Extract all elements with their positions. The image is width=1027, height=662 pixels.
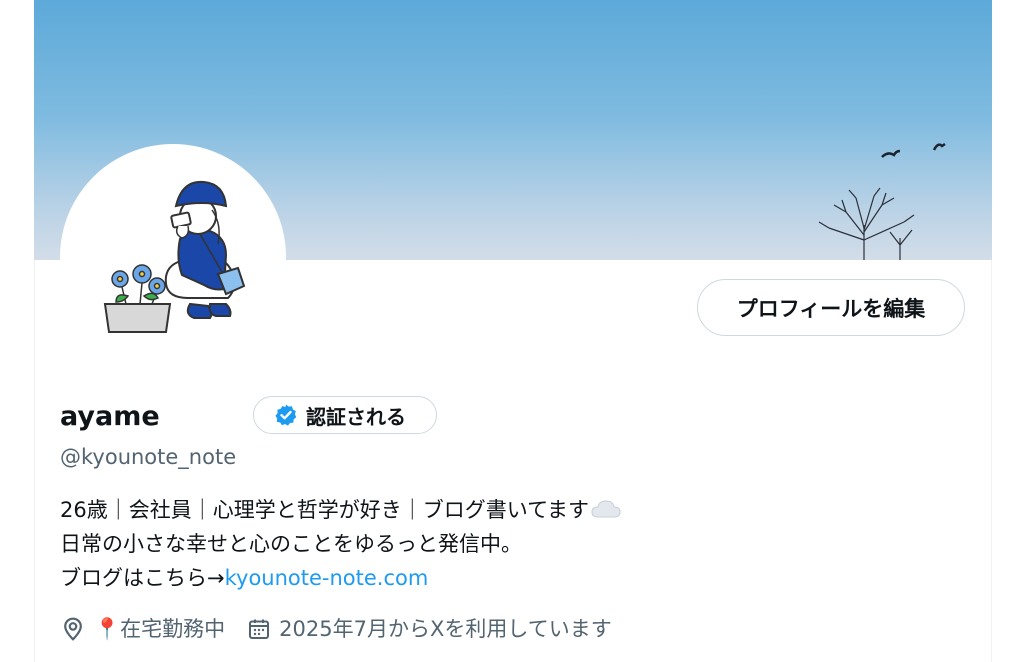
edit-profile-button[interactable]: プロフィールを編集 — [697, 279, 965, 336]
tree-silhouette — [818, 187, 915, 260]
bird-shape — [932, 142, 946, 151]
bird-shape — [881, 149, 901, 158]
location-text: 在宅勤務中 — [120, 617, 226, 641]
bio-line-1-text: 26歳｜会社員｜心理学と哲学が好き｜ブログ書いてます — [60, 498, 590, 522]
bio-line-2: 日常の小さな幸せと心のことをゆるっと発信中。 — [60, 532, 522, 556]
bio-line-1: 26歳｜会社員｜心理学と哲学が好き｜ブログ書いてます — [60, 493, 621, 527]
location-pin-icon — [64, 617, 82, 641]
user-handle: @kyounote_note — [60, 445, 237, 469]
avatar-illustration — [103, 180, 246, 333]
cloud-icon — [591, 500, 621, 518]
bio-line-3-prefix: ブログはこちら→ — [60, 566, 225, 590]
profile-meta-row: 📍 在宅勤務中 2025年7月からXを利用しています — [60, 613, 612, 645]
calendar-icon — [249, 619, 270, 639]
blog-link[interactable]: kyounote-note.com — [225, 566, 429, 590]
bio-line-3: ブログはこちら→kyounote-note.com — [60, 561, 621, 595]
get-verified-button[interactable]: 認証される — [253, 396, 437, 434]
join-date-item: 2025年7月からXを利用しています — [247, 613, 612, 645]
verified-badge-icon — [275, 404, 297, 426]
location-pin-emoji: 📍 — [94, 617, 121, 641]
profile-bio: 26歳｜会社員｜心理学と哲学が好き｜ブログ書いてます 日常の小さな幸せと心のこと… — [60, 493, 621, 595]
join-date-text: 2025年7月からXを利用しています — [279, 617, 612, 641]
get-verified-label: 認証される — [306, 404, 406, 429]
location-item: 📍 在宅勤務中 — [60, 613, 225, 645]
profile-avatar[interactable] — [60, 144, 286, 370]
display-name: ayame — [60, 401, 160, 432]
